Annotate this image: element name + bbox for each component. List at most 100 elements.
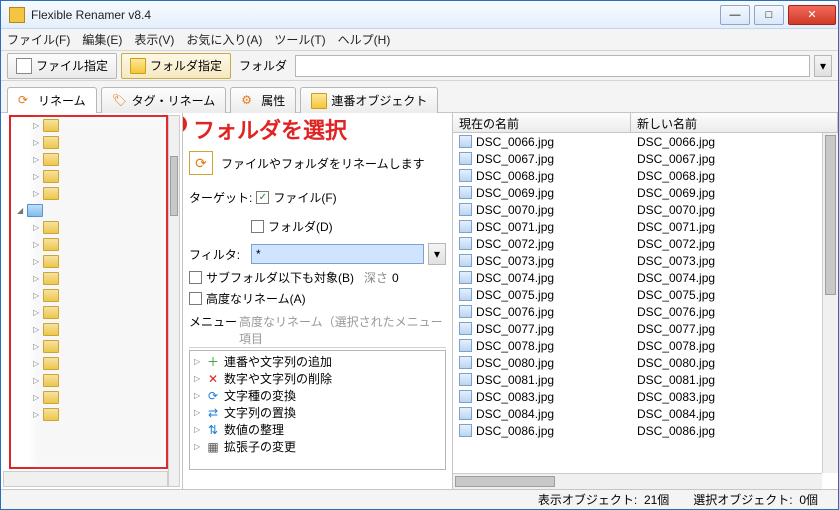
mode-tabs: ⟳ リネーム 🏷 タグ・リネーム ⚙ 属性 連番オブジェクト [1,81,838,113]
titlebar: Flexible Renamer v8.4 — □ ✕ [1,1,838,29]
new-name: DSC_0080.jpg [637,356,715,370]
new-name: DSC_0081.jpg [637,373,715,387]
current-name: DSC_0083.jpg [476,390,554,404]
tag-icon: 🏷 [112,93,128,109]
folder-icon [43,272,59,285]
menu-help[interactable]: ヘルプ(H) [338,31,391,48]
table-row[interactable]: DSC_0077.jpgDSC_0077.jpg [453,320,822,337]
menu-tools[interactable]: ツール(T) [274,31,325,48]
menu-advanced-header: 高度なリネーム（選択されたメニュー項目 [239,313,446,347]
menu-file[interactable]: ファイル(F) [7,31,70,48]
folder-path-dropdown[interactable]: ▾ [814,55,832,77]
table-row[interactable]: DSC_0076.jpgDSC_0076.jpg [453,303,822,320]
convert-icon: ⟳ [206,389,220,403]
list-scrollbar-vertical[interactable] [822,133,838,473]
tab-tag-rename[interactable]: 🏷 タグ・リネーム [101,87,227,113]
table-row[interactable]: DSC_0075.jpg DSC_0075.jpg [453,286,822,303]
tab-attributes[interactable]: ⚙ 属性 [230,87,296,113]
new-name: DSC_0075.jpg [637,288,715,302]
new-name: DSC_0078.jpg [637,339,715,353]
image-file-icon [459,152,472,165]
new-name: DSC_0071.jpg [637,220,715,234]
target-folder-label: フォルダ(D) [268,218,333,235]
table-row[interactable]: DSC_0074.jpg DSC_0074.jpg [453,269,822,286]
advanced-checkbox[interactable] [189,292,202,305]
table-row[interactable]: DSC_0072.jpgDSC_0072.jpg [453,235,822,252]
table-row[interactable]: DSC_0069.jpgDSC_0069.jpg [453,184,822,201]
tree-scrollbar-horizontal[interactable] [3,471,168,487]
current-name: DSC_0066.jpg [476,135,554,149]
image-file-icon [459,305,472,318]
table-row[interactable]: DSC_0080.jpgDSC_0080.jpg [453,354,822,371]
folder-icon [43,408,59,421]
image-file-icon [459,322,472,335]
table-row[interactable]: DSC_0071.jpgDSC_0071.jpg [453,218,822,235]
table-row[interactable]: DSC_0081.jpg DSC_0081.jpg [453,371,822,388]
table-row[interactable]: DSC_0083.jpgDSC_0083.jpg [453,388,822,405]
current-name: DSC_0073.jpg [476,254,554,268]
filter-input[interactable] [251,244,424,264]
folder-path-input[interactable] [295,55,810,77]
image-file-icon [459,339,472,352]
tab-rename-label: リネーム [38,92,86,109]
tab-rename[interactable]: ⟳ リネーム [7,87,97,113]
table-row[interactable]: DSC_0066.jpgDSC_0066.jpg [453,133,822,150]
image-file-icon [459,356,472,369]
target-file-checkbox[interactable]: ✓ [256,191,269,204]
subfolder-label: サブフォルダ以下も対象(B) [206,269,354,286]
table-row[interactable]: DSC_0068.jpgDSC_0068.jpg [453,167,822,184]
depth-label: 深さ [364,269,388,286]
file-list-header: 現在の名前 新しい名前 [453,113,838,133]
table-row[interactable]: DSC_0073.jpgDSC_0073.jpg [453,252,822,269]
folder-tree[interactable]: ▷ ▷ ▷ ▷ ▷ ◢ ▷ ▷ ▷ ▷ ▷ ▷ ▷ ▷ ▷ ▷ ▷ ▷ [9,115,168,469]
close-button[interactable]: ✕ [788,5,836,25]
maximize-button[interactable]: □ [754,5,784,25]
new-name: DSC_0074.jpg [637,271,715,285]
file-list-body[interactable]: DSC_0066.jpgDSC_0066.jpgDSC_0067.jpgDSC_… [453,133,838,489]
image-file-icon [459,254,472,267]
tab-serial-objects[interactable]: 連番オブジェクト [300,87,438,113]
table-row[interactable]: DSC_0084.jpgDSC_0084.jpg [453,405,822,422]
folder-icon [43,289,59,302]
menu-view[interactable]: 表示(V) [134,31,174,48]
filter-dropdown[interactable]: ▾ [428,243,446,265]
file-spec-button[interactable]: ファイル指定 [7,53,117,79]
minimize-button[interactable]: — [720,5,750,25]
current-name: DSC_0074.jpg [476,271,554,285]
table-row[interactable]: DSC_0067.jpgDSC_0067.jpg [453,150,822,167]
current-name: DSC_0075.jpg [476,288,554,302]
rename-menu-tree[interactable]: ▷＋連番や文字列の追加 ▷✕数字や文字列の削除 ▷⟳文字種の変換 ▷⇄文字列の置… [189,350,446,470]
column-current-name[interactable]: 現在の名前 [453,113,631,132]
column-new-name[interactable]: 新しい名前 [631,113,838,132]
file-list-panel: 現在の名前 新しい名前 DSC_0066.jpgDSC_0066.jpgDSC_… [453,113,838,489]
table-row[interactable]: DSC_0070.jpgDSC_0070.jpg [453,201,822,218]
image-file-icon [459,390,472,403]
folder-icon [43,340,59,353]
menu-item-label: 数字や文字列の削除 [224,370,332,387]
depth-value[interactable]: 0 [392,271,399,285]
tab-serial-label: 連番オブジェクト [331,92,427,109]
folder-icon [43,255,59,268]
current-name: DSC_0081.jpg [476,373,554,387]
table-row[interactable]: DSC_0086.jpgDSC_0086.jpg [453,422,822,439]
number-icon: ⇅ [206,423,220,437]
new-name: DSC_0069.jpg [637,186,715,200]
statusbar: 表示オブジェクト: 21個 選択オブジェクト: 0個 [1,489,838,509]
subfolder-checkbox[interactable] [189,271,202,284]
tree-scrollbar-vertical[interactable] [168,115,180,487]
folder-icon [43,374,59,387]
image-file-icon [459,169,472,182]
menu-item-label: 連番や文字列の追加 [224,353,332,370]
menu-item-label: 文字列の置換 [224,404,296,421]
table-row[interactable]: DSC_0078.jpgDSC_0078.jpg [453,337,822,354]
current-name: DSC_0070.jpg [476,203,554,217]
target-file-label: ファイル(F) [273,189,336,206]
image-file-icon [459,407,472,420]
folder-icon [43,323,59,336]
target-folder-checkbox[interactable] [251,220,264,233]
list-scrollbar-horizontal[interactable] [453,473,822,489]
folder-spec-button[interactable]: フォルダ指定 [121,53,231,79]
menu-edit[interactable]: 編集(E) [82,31,122,48]
menu-favorites[interactable]: お気に入り(A) [186,31,262,48]
new-name: DSC_0068.jpg [637,169,715,183]
